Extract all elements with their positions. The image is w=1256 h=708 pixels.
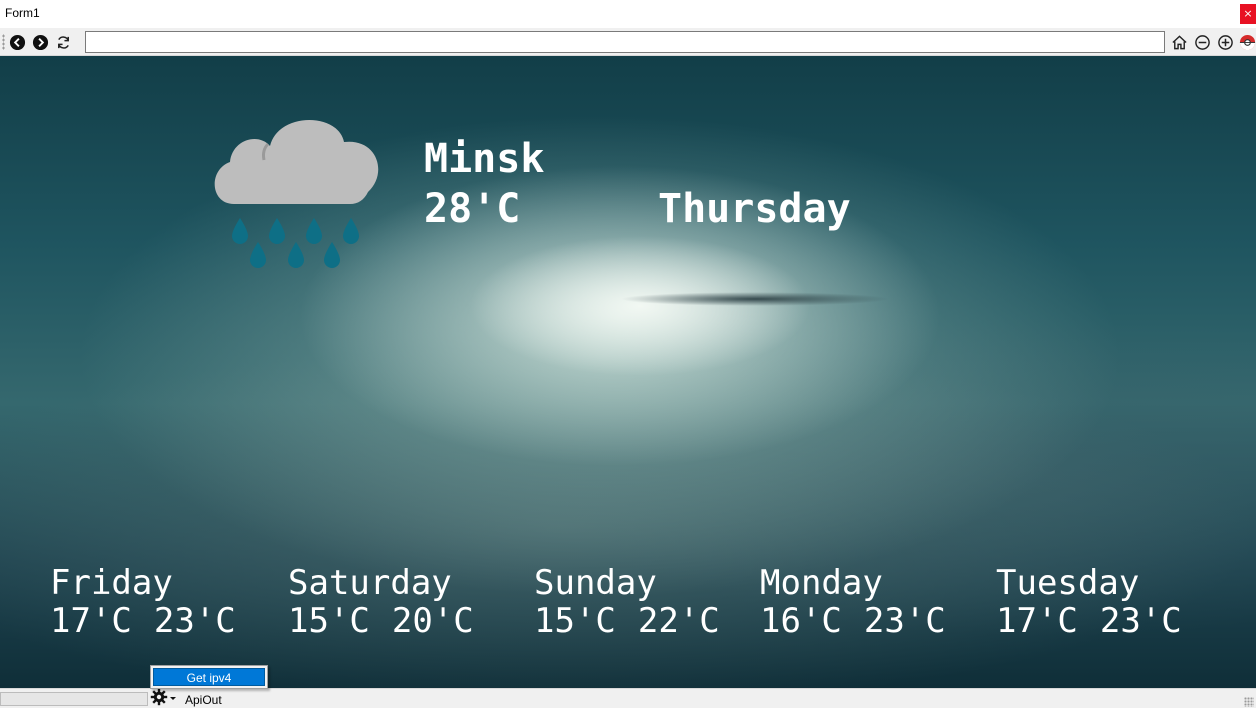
forecast-min-temp: 15'C [288, 601, 370, 641]
forecast-day-2: Saturday 15'C 20'C [288, 564, 474, 640]
current-temperature: 28'C [424, 186, 521, 232]
city-name: Minsk [424, 136, 545, 182]
forecast-max-temp: 20'C [391, 601, 474, 641]
close-button[interactable]: × [1240, 4, 1256, 24]
forecast-day-3: Sunday 15'C 22'C [534, 564, 720, 640]
refresh-icon[interactable] [54, 33, 72, 51]
background-cloud-streak [620, 292, 890, 306]
forecast-min-temp: 17'C [50, 601, 132, 641]
forecast-day-name: Friday [50, 563, 173, 603]
chevron-down-icon[interactable] [168, 690, 178, 708]
settings-dropdown-button[interactable] [150, 688, 182, 708]
browser-toolbar [0, 28, 1256, 56]
window-title: Form1 [5, 6, 40, 20]
progress-bar [0, 692, 148, 706]
current-day: Thursday [658, 186, 851, 232]
status-bar: ApiOut [0, 688, 1256, 708]
forecast-day-name: Tuesday [996, 563, 1140, 603]
forecast-day-5: Tuesday 17'C 23'C [996, 564, 1182, 640]
forecast-min-temp: 15'C [534, 601, 616, 641]
forecast-day-name: Saturday [288, 563, 452, 603]
forecast-day-name: Sunday [534, 563, 657, 603]
status-label: ApiOut [185, 693, 222, 707]
gear-icon[interactable] [150, 688, 168, 708]
forecast-max-temp: 23'C [1099, 601, 1182, 641]
zoom-out-icon[interactable] [1193, 33, 1211, 51]
home-icon[interactable] [1170, 33, 1188, 51]
forecast-day-name: Monday [760, 563, 883, 603]
forecast-max-temp: 23'C [153, 601, 236, 641]
resize-grip[interactable] [1244, 697, 1254, 707]
forecast-min-temp: 16'C [760, 601, 842, 641]
rain-cloud-icon [206, 112, 386, 276]
forward-icon[interactable] [31, 33, 49, 51]
title-bar: Form1 × [0, 0, 1256, 28]
forecast-day-1: Friday 17'C 23'C [50, 564, 236, 640]
menu-item-get-ipv4[interactable]: Get ipv4 [153, 668, 265, 686]
back-icon[interactable] [8, 33, 26, 51]
forecast-max-temp: 22'C [637, 601, 720, 641]
browser-logo-icon[interactable] [1238, 33, 1256, 51]
forecast-max-temp: 23'C [863, 601, 946, 641]
zoom-in-icon[interactable] [1216, 33, 1234, 51]
forecast-min-temp: 17'C [996, 601, 1078, 641]
toolbar-grip[interactable] [2, 34, 5, 50]
forecast-day-4: Monday 16'C 23'C [760, 564, 946, 640]
weather-panel: Minsk 28'C Thursday Friday 17'C 23'C Satu… [0, 56, 1256, 688]
url-input[interactable] [85, 31, 1165, 53]
settings-dropdown-menu: Get ipv4 [150, 665, 268, 689]
